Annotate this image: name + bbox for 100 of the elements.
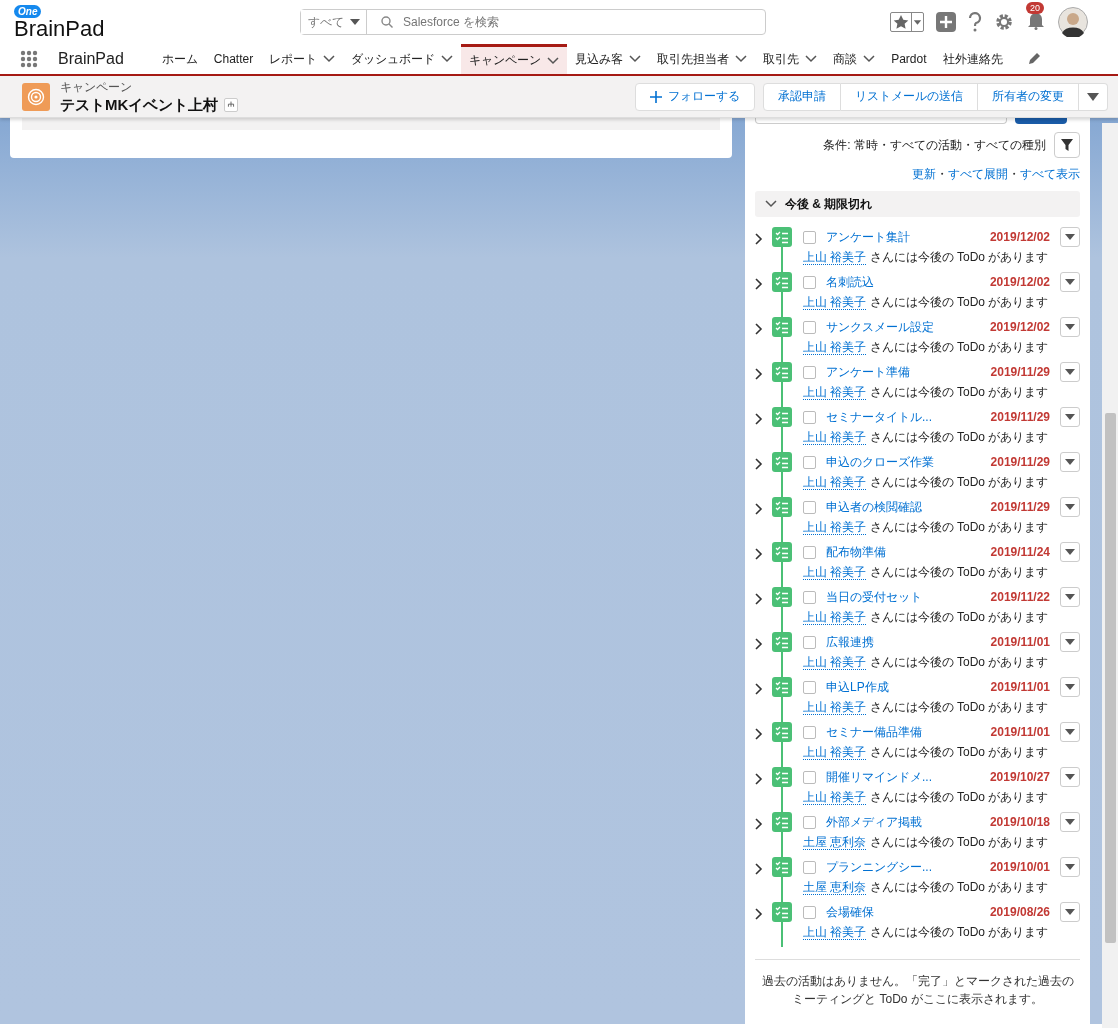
owner-link[interactable]: 上山 裕美子 [803, 250, 867, 265]
owner-link[interactable]: 上山 裕美子 [803, 790, 867, 805]
task-menu-button[interactable] [1060, 407, 1080, 427]
task-title-link[interactable]: 名刺読込 [826, 273, 874, 291]
owner-link[interactable]: 上山 裕美子 [803, 295, 867, 310]
task-title-link[interactable]: セミナータイトル... [826, 408, 932, 426]
nav-tab[interactable]: 見込み客 [567, 44, 650, 74]
owner-link[interactable]: 上山 裕美子 [803, 565, 867, 580]
section-header[interactable]: 今後 & 期限切れ [755, 191, 1080, 217]
chevron-right-icon[interactable] [755, 233, 763, 245]
nav-tab[interactable]: 取引先 [755, 44, 826, 74]
task-checkbox[interactable] [803, 905, 816, 919]
task-menu-button[interactable] [1060, 227, 1080, 247]
task-title-link[interactable]: 申込のクローズ作業 [826, 453, 934, 471]
nav-tab[interactable]: 商談 [825, 44, 884, 74]
nav-tab[interactable]: ホーム [153, 44, 206, 74]
chevron-right-icon[interactable] [755, 863, 763, 875]
task-checkbox[interactable] [803, 770, 816, 784]
task-title-link[interactable]: 配布物準備 [826, 543, 886, 561]
chevron-right-icon[interactable] [755, 413, 763, 425]
filter-button[interactable] [1054, 132, 1080, 158]
task-title-link[interactable]: プランニングシー... [826, 858, 932, 876]
nav-tab[interactable]: 社外連絡先 [934, 44, 1011, 74]
owner-link[interactable]: 上山 裕美子 [803, 745, 867, 760]
nav-tab[interactable]: Chatter [205, 44, 262, 74]
task-checkbox[interactable] [803, 680, 816, 694]
favorites-button[interactable] [890, 12, 924, 32]
chevron-right-icon[interactable] [755, 593, 763, 605]
nav-tab[interactable]: 取引先担当者 [649, 44, 756, 74]
nav-tab[interactable]: レポート [261, 44, 344, 74]
settings-icon[interactable] [994, 12, 1014, 32]
task-title-link[interactable]: 会場確保 [826, 903, 874, 921]
task-menu-button[interactable] [1060, 272, 1080, 292]
owner-link[interactable]: 土屋 恵利奈 [803, 835, 867, 850]
chevron-right-icon[interactable] [755, 728, 763, 740]
follow-button[interactable]: フォローする [635, 82, 755, 111]
chevron-right-icon[interactable] [755, 548, 763, 560]
action-button[interactable]: 所有者の変更 [978, 82, 1079, 111]
task-checkbox[interactable] [803, 725, 816, 739]
scrollbar[interactable] [1102, 123, 1118, 1028]
chevron-right-icon[interactable] [755, 503, 763, 515]
chevron-right-icon[interactable] [755, 818, 763, 830]
task-title-link[interactable]: 申込者の検閲確認 [826, 498, 922, 516]
owner-link[interactable]: 上山 裕美子 [803, 610, 867, 625]
task-title-link[interactable]: アンケート準備 [826, 363, 910, 381]
task-checkbox[interactable] [803, 410, 816, 424]
action-link[interactable]: すべて展開 [948, 167, 1008, 181]
chevron-right-icon[interactable] [755, 683, 763, 695]
owner-link[interactable]: 上山 裕美子 [803, 430, 867, 445]
task-checkbox[interactable] [803, 320, 816, 334]
nav-tab[interactable]: ダッシュボード [343, 44, 462, 74]
nav-tab[interactable]: キャンペーン [461, 44, 568, 74]
more-actions-button[interactable] [1079, 82, 1108, 111]
owner-link[interactable]: 上山 裕美子 [803, 475, 867, 490]
action-button[interactable]: 承認申請 [763, 82, 841, 111]
search-field[interactable]: すべて Salesforce を検索 [300, 9, 766, 35]
task-checkbox[interactable] [803, 275, 816, 289]
chevron-right-icon[interactable] [755, 773, 763, 785]
owner-link[interactable]: 上山 裕美子 [803, 655, 867, 670]
task-menu-button[interactable] [1060, 587, 1080, 607]
task-menu-button[interactable] [1060, 317, 1080, 337]
action-button[interactable]: リストメールの送信 [841, 82, 978, 111]
help-icon[interactable] [968, 12, 982, 32]
add-icon[interactable] [936, 12, 956, 32]
task-checkbox[interactable] [803, 815, 816, 829]
task-checkbox[interactable] [803, 230, 816, 244]
chevron-right-icon[interactable] [755, 638, 763, 650]
task-checkbox[interactable] [803, 635, 816, 649]
task-menu-button[interactable] [1060, 542, 1080, 562]
task-title-link[interactable]: 開催リマインドメ... [826, 768, 932, 786]
owner-link[interactable]: 上山 裕美子 [803, 520, 867, 535]
chevron-right-icon[interactable] [755, 368, 763, 380]
task-menu-button[interactable] [1060, 767, 1080, 787]
avatar[interactable] [1058, 7, 1088, 37]
search-scope-dropdown[interactable]: すべて [301, 10, 367, 34]
task-checkbox[interactable] [803, 545, 816, 559]
task-menu-button[interactable] [1060, 362, 1080, 382]
chevron-right-icon[interactable] [755, 458, 763, 470]
task-menu-button[interactable] [1060, 677, 1080, 697]
chevron-right-icon[interactable] [755, 908, 763, 920]
task-title-link[interactable]: サンクスメール設定 [826, 318, 934, 336]
task-checkbox[interactable] [803, 365, 816, 379]
action-link[interactable]: 更新 [912, 167, 936, 181]
task-menu-button[interactable] [1060, 902, 1080, 922]
owner-link[interactable]: 上山 裕美子 [803, 925, 867, 940]
task-checkbox[interactable] [803, 500, 816, 514]
task-menu-button[interactable] [1060, 722, 1080, 742]
task-title-link[interactable]: セミナー備品準備 [826, 723, 922, 741]
nav-tab[interactable]: Pardot [883, 44, 935, 74]
app-launcher-icon[interactable] [20, 50, 38, 68]
task-title-link[interactable]: 申込LP作成 [826, 678, 889, 696]
owner-link[interactable]: 上山 裕美子 [803, 340, 867, 355]
owner-link[interactable]: 土屋 恵利奈 [803, 880, 867, 895]
hierarchy-icon[interactable] [224, 98, 239, 112]
task-title-link[interactable]: 当日の受付セット [826, 588, 922, 606]
chevron-right-icon[interactable] [755, 323, 763, 335]
input-field[interactable] [755, 118, 1007, 124]
task-checkbox[interactable] [803, 860, 816, 874]
task-title-link[interactable]: 外部メディア掲載 [826, 813, 922, 831]
task-menu-button[interactable] [1060, 812, 1080, 832]
